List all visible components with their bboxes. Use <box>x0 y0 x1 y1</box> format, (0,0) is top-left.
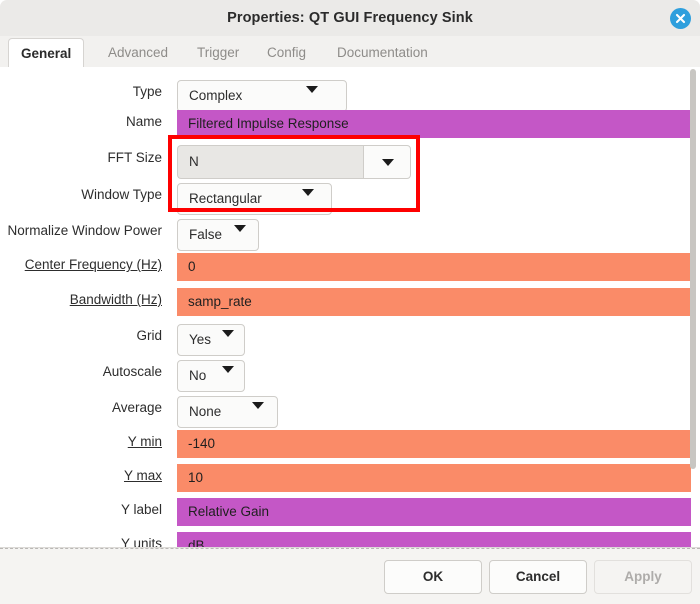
window-type-combobox[interactable]: Rectangular <box>177 183 332 215</box>
chevron-down-icon <box>382 159 394 166</box>
close-icon[interactable] <box>670 8 691 29</box>
window-type-value: Rectangular <box>189 191 262 206</box>
label-y-min: Y min <box>127 434 162 449</box>
center-frequency-input[interactable]: 0 <box>177 253 692 281</box>
dialog-title: Properties: QT GUI Frequency Sink <box>227 10 473 26</box>
tab-trigger[interactable]: Trigger <box>185 38 251 68</box>
label-normalize-window-power: Normalize Window Power <box>7 223 162 238</box>
y-label-input[interactable]: Relative Gain <box>177 498 692 526</box>
form-body: Type Complex Name Filtered Impulse Respo… <box>0 67 700 547</box>
dialog-footer: OK Cancel Apply <box>0 547 700 604</box>
title-bar: Properties: QT GUI Frequency Sink <box>0 0 700 37</box>
row-y-units: Y units dB <box>0 531 700 547</box>
y-max-input[interactable]: 10 <box>177 464 692 492</box>
grid-value: Yes <box>189 332 212 347</box>
tab-general[interactable]: General <box>8 38 85 69</box>
row-fft-size: FFT Size N <box>0 141 700 179</box>
row-autoscale: Autoscale No <box>0 356 700 392</box>
form-scrollbar-track[interactable] <box>690 67 698 547</box>
label-fft-size: FFT Size <box>107 150 162 165</box>
chevron-down-icon <box>234 225 246 247</box>
row-window-type: Window Type Rectangular <box>0 179 700 215</box>
apply-button: Apply <box>594 560 692 594</box>
label-y-label: Y label <box>120 502 162 517</box>
row-y-label: Y label Relative Gain <box>0 497 700 529</box>
label-name: Name <box>125 114 162 129</box>
chevron-down-icon <box>252 402 264 424</box>
average-combobox[interactable]: None <box>177 396 278 428</box>
label-y-units: Y units <box>120 536 162 547</box>
autoscale-combobox[interactable]: No <box>177 360 245 392</box>
label-grid: Grid <box>136 328 162 343</box>
chevron-down-icon <box>222 330 234 352</box>
row-average: Average None <box>0 392 700 428</box>
fft-size-combobox[interactable]: N <box>177 145 411 179</box>
fft-size-dropdown-button[interactable] <box>363 145 411 179</box>
row-y-max: Y max 10 <box>0 463 700 495</box>
row-bandwidth: Bandwidth (Hz) samp_rate <box>0 287 700 319</box>
y-units-input[interactable]: dB <box>177 532 692 547</box>
tab-bar: General Advanced Trigger Config Document… <box>0 36 700 69</box>
grid-combobox[interactable]: Yes <box>177 324 245 356</box>
row-normalize-window-power: Normalize Window Power False <box>0 215 700 251</box>
row-grid: Grid Yes <box>0 320 700 356</box>
form-scrollbar-thumb[interactable] <box>690 69 696 469</box>
chevron-down-icon <box>302 189 314 211</box>
row-center-frequency: Center Frequency (Hz) 0 <box>0 252 700 284</box>
label-average: Average <box>111 400 162 415</box>
tab-config[interactable]: Config <box>255 38 318 68</box>
chevron-down-icon <box>222 366 234 388</box>
label-y-max: Y max <box>123 468 162 483</box>
row-y-min: Y min -140 <box>0 429 700 461</box>
cancel-button[interactable]: Cancel <box>489 560 587 594</box>
normalize-window-power-value: False <box>189 227 223 242</box>
name-input[interactable]: Filtered Impulse Response <box>177 110 692 138</box>
tab-advanced[interactable]: Advanced <box>96 38 180 68</box>
y-min-input[interactable]: -140 <box>177 430 692 458</box>
autoscale-value: No <box>189 368 207 383</box>
chevron-down-icon <box>306 86 318 108</box>
ok-button[interactable]: OK <box>384 560 482 594</box>
label-window-type: Window Type <box>81 187 162 202</box>
footer-divider <box>0 548 700 549</box>
bandwidth-input[interactable]: samp_rate <box>177 288 692 316</box>
label-autoscale: Autoscale <box>102 364 162 379</box>
type-value: Complex <box>189 88 243 103</box>
normalize-window-power-combobox[interactable]: False <box>177 219 259 251</box>
average-value: None <box>189 404 222 419</box>
fft-size-input[interactable]: N <box>177 145 363 179</box>
tab-documentation[interactable]: Documentation <box>325 38 440 68</box>
label-type: Type <box>132 84 162 99</box>
row-name: Name Filtered Impulse Response <box>0 108 700 140</box>
label-bandwidth: Bandwidth (Hz) <box>69 292 162 307</box>
label-center-frequency: Center Frequency (Hz) <box>24 257 162 272</box>
properties-dialog: Properties: QT GUI Frequency Sink Genera… <box>0 0 700 604</box>
